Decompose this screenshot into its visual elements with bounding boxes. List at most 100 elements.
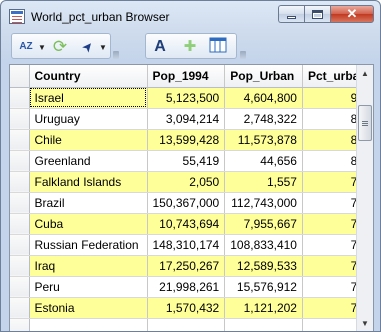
font-icon: A (154, 38, 166, 55)
header-row: Country Pop_1994 Pop_Urban Pct_urban (10, 65, 370, 88)
table-body: Israel5,123,5004,604,80090Uruguay3,094,2… (10, 87, 370, 331)
column-header-pop-1994[interactable]: Pop_1994 (147, 65, 226, 88)
row-header-cell[interactable] (10, 255, 30, 277)
pop-1994-cell[interactable]: 55,419 (147, 150, 226, 172)
records-table: Country Pop_1994 Pop_Urban Pct_urban Isr… (10, 65, 370, 331)
row-header-cell[interactable] (10, 129, 30, 151)
country-cell[interactable]: Cuba (29, 213, 148, 235)
pointer-button[interactable]: ➤ (74, 33, 102, 61)
pop-urban-cell[interactable]: 7,955,667 (224, 213, 303, 235)
pop-1994-cell[interactable]: 148,310,174 (147, 234, 226, 256)
sort-button[interactable]: AZ (16, 37, 36, 57)
columns-button[interactable] (208, 37, 228, 57)
pop-urban-cell[interactable]: 11,573,878 (224, 129, 303, 151)
pop-1994-cell[interactable]: 21,998,261 (147, 276, 226, 298)
browser-window: World_pct_urban Browser ✕ AZ ▼ ⟳ ➤ ▼ A ✚… (0, 0, 381, 332)
table-row[interactable]: Russian Federation 148,310,174 108,833,410… (10, 234, 370, 256)
pop-urban-cell[interactable] (224, 318, 303, 331)
row-header-cell[interactable] (10, 297, 30, 319)
table-browser-icon (9, 9, 25, 24)
pointer-icon: ➤ (78, 37, 97, 56)
window-title: World_pct_urban Browser (31, 10, 170, 24)
toolbar-group-2: A ✚ (145, 33, 237, 59)
row-header-cell[interactable] (10, 276, 30, 298)
table-row[interactable]: Falkland Islands2,0501,55776 (10, 171, 370, 193)
caption-buttons: ✕ (278, 5, 374, 23)
table-row[interactable]: Israel5,123,5004,604,80090 (10, 87, 370, 109)
table-row[interactable]: Uruguay3,094,2142,748,32289 (10, 108, 370, 130)
toolbar-grip-icon-2[interactable] (240, 51, 246, 59)
row-header-cell[interactable] (10, 318, 30, 331)
minimize-icon (287, 16, 296, 19)
table-row[interactable]: Peru21,998,26115,576,91271 (10, 276, 370, 298)
row-header-cell[interactable] (10, 108, 30, 130)
pop-1994-cell[interactable]: 1,570,432 (147, 297, 226, 319)
table-row[interactable]: Chile13,599,42811,573,87885 (10, 129, 370, 151)
add-row-icon: ✚ (183, 38, 197, 55)
row-header-cell[interactable] (10, 192, 30, 214)
add-row-button[interactable]: ✚ (180, 37, 200, 57)
refresh-button[interactable]: ⟳ (50, 37, 70, 57)
column-header-pop-urban[interactable]: Pop_Urban (224, 65, 303, 88)
scroll-down-icon[interactable]: ▼ (357, 315, 373, 331)
country-cell[interactable]: Russian Federation (29, 234, 148, 256)
refresh-icon: ⟳ (52, 37, 68, 56)
close-button[interactable]: ✕ (330, 5, 374, 23)
data-grid: Country Pop_1994 Pop_Urban Pct_urban Isr… (9, 64, 374, 331)
columns-icon (209, 37, 227, 53)
toolbar-grip-icon[interactable] (113, 51, 119, 59)
pointer-dropdown-icon[interactable]: ▼ (99, 43, 107, 52)
country-cell[interactable]: Falkland Islands (29, 171, 148, 193)
pop-1994-cell[interactable]: 5,123,500 (147, 87, 226, 109)
maximize-icon (312, 10, 323, 19)
sort-icon: AZ (19, 41, 33, 52)
table-row[interactable]: Brazil150,367,000112,743,00075 (10, 192, 370, 214)
scroll-up-icon[interactable]: ▲ (357, 65, 373, 82)
scroll-thumb[interactable] (358, 105, 372, 141)
table-row[interactable] (10, 318, 370, 331)
pop-urban-cell[interactable]: 2,748,322 (224, 108, 303, 130)
maximize-button[interactable] (304, 5, 330, 23)
pop-urban-cell[interactable]: 44,656 (224, 150, 303, 172)
country-cell[interactable]: Iraq (29, 255, 148, 277)
country-cell[interactable] (29, 318, 148, 331)
pop-1994-cell[interactable]: 17,250,267 (147, 255, 226, 277)
toolbar: AZ ▼ ⟳ ➤ ▼ A ✚ (9, 31, 373, 61)
pop-1994-cell[interactable]: 13,599,428 (147, 129, 226, 151)
country-cell[interactable]: Israel (29, 87, 148, 109)
pop-1994-cell[interactable]: 150,367,000 (147, 192, 226, 214)
table-row[interactable]: Iraq17,250,26712,589,53373 (10, 255, 370, 277)
sort-dropdown-icon[interactable]: ▼ (38, 43, 46, 52)
font-button[interactable]: A (150, 37, 170, 57)
title-bar[interactable]: World_pct_urban Browser ✕ (1, 1, 380, 31)
pop-urban-cell[interactable]: 112,743,000 (224, 192, 303, 214)
table-row[interactable]: Greenland55,41944,65681 (10, 150, 370, 172)
row-header-cell[interactable] (10, 213, 30, 235)
row-header-cell[interactable] (10, 150, 30, 172)
corner-cell[interactable] (10, 65, 30, 88)
row-header-cell[interactable] (10, 234, 30, 256)
pop-urban-cell[interactable]: 1,121,202 (224, 297, 303, 319)
country-cell[interactable]: Uruguay (29, 108, 148, 130)
pop-urban-cell[interactable]: 1,557 (224, 171, 303, 193)
row-header-cell[interactable] (10, 87, 30, 109)
table-row[interactable]: Cuba10,743,6947,955,66774 (10, 213, 370, 235)
country-cell[interactable]: Chile (29, 129, 148, 151)
pop-urban-cell[interactable]: 108,833,410 (224, 234, 303, 256)
column-header-country[interactable]: Country (29, 65, 148, 88)
country-cell[interactable]: Brazil (29, 192, 148, 214)
vertical-scrollbar[interactable]: ▲ ▼ (356, 65, 373, 331)
pop-1994-cell[interactable]: 3,094,214 (147, 108, 226, 130)
pop-urban-cell[interactable]: 12,589,533 (224, 255, 303, 277)
pop-urban-cell[interactable]: 4,604,800 (224, 87, 303, 109)
row-header-cell[interactable] (10, 171, 30, 193)
table-row[interactable]: Estonia1,570,4321,121,20271 (10, 297, 370, 319)
country-cell[interactable]: Estonia (29, 297, 148, 319)
country-cell[interactable]: Peru (29, 276, 148, 298)
pop-1994-cell[interactable]: 2,050 (147, 171, 226, 193)
country-cell[interactable]: Greenland (29, 150, 148, 172)
minimize-button[interactable] (278, 5, 304, 23)
pop-1994-cell[interactable]: 10,743,694 (147, 213, 226, 235)
pop-urban-cell[interactable]: 15,576,912 (224, 276, 303, 298)
pop-1994-cell[interactable] (147, 318, 226, 331)
